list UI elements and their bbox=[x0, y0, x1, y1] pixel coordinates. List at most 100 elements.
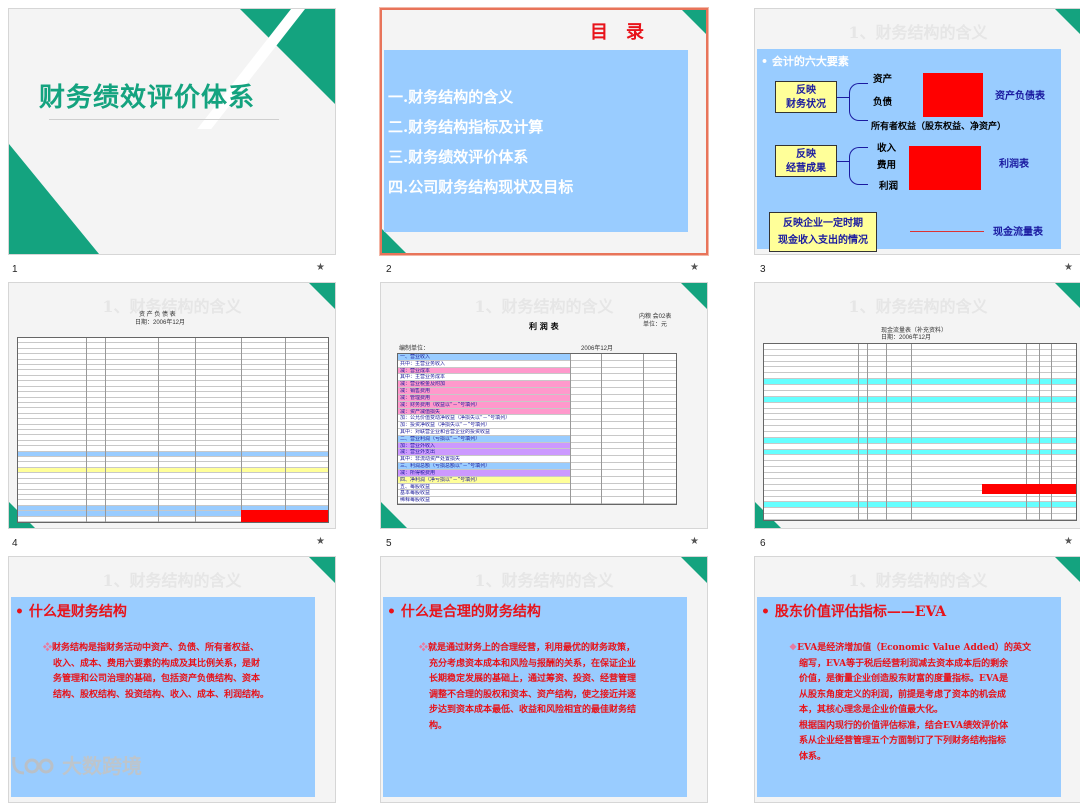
box-line: 反映 bbox=[796, 149, 816, 160]
table-row: 加：投资净收益（净损失以“－”号填列） bbox=[398, 422, 571, 429]
heading-text: 什么是财务结构 bbox=[28, 604, 127, 620]
body-line: 长期稳定发展的基础上，通过筹资、投资、经营管理 bbox=[429, 674, 637, 684]
table-row-values bbox=[570, 436, 676, 443]
table-row-values bbox=[570, 402, 676, 409]
body-line: 缩写，EVA等于税后经营利润减去资本成本后的剩余 bbox=[799, 658, 1009, 669]
cash-flow-table bbox=[763, 343, 1077, 521]
transition-star-icon[interactable]: ★ bbox=[690, 536, 699, 547]
watermark: 大数跨境 bbox=[10, 750, 142, 779]
body-line: 就是通过财务上的合理经营，利用最优的财务政策， bbox=[428, 643, 636, 653]
table-title: 利 润 表 bbox=[529, 321, 559, 331]
table-row-values bbox=[570, 449, 676, 457]
element-label: 负债 bbox=[873, 97, 893, 108]
table-row: 二、营业利润（亏损以“－”号填列） bbox=[398, 435, 571, 443]
income-statement-table: 一、营业收入 共中：主营业务收入 减：营业成本 其中：主营业务成本 减：营业税金及附加减… bbox=[397, 353, 677, 505]
table-column-divider bbox=[885, 344, 887, 520]
green-corner-decoration bbox=[381, 502, 407, 528]
toc-item: 一.财务结构的含义 bbox=[388, 88, 514, 106]
table-column-divider bbox=[284, 338, 286, 522]
bullet-text: 会计的六大要素 bbox=[771, 55, 849, 68]
table-row-values bbox=[570, 470, 676, 477]
green-corner-decoration bbox=[682, 10, 706, 34]
transition-star-icon[interactable]: ★ bbox=[690, 262, 699, 273]
table-row-values bbox=[570, 361, 676, 368]
body-line: 步达到资本成本最低、收益和风险相宜的最佳财务结 bbox=[429, 705, 637, 715]
table-column-divider bbox=[570, 354, 572, 504]
table-org: 编制单位： bbox=[399, 346, 430, 352]
table-row: 共中：主营业务收入 bbox=[398, 361, 571, 368]
balance-sheet-table bbox=[17, 337, 329, 523]
table-column-divider bbox=[857, 344, 859, 520]
table-row: 一、营业收入 bbox=[398, 354, 571, 361]
body-line: 体系。 bbox=[799, 751, 827, 762]
table-row-values bbox=[570, 354, 676, 361]
slide-thumbnail-8[interactable]: 1、财务结构的含义 • 什么是合理的财务结构 ❖就是通过财务上的合理经营，利用最… bbox=[380, 556, 708, 803]
table-row: 加：营业外收入 bbox=[398, 442, 571, 450]
bullet-heading: • 会计的六大要素 bbox=[761, 55, 849, 68]
toc-item: 二.财务结构指标及计算 bbox=[388, 118, 544, 136]
slide-ghost-title: 1、财务结构的含义 bbox=[102, 571, 242, 590]
box-line: 反映企业一定时期 bbox=[783, 218, 863, 229]
slide-thumbnail-6[interactable]: 1、财务结构的含义 现金流量表（补充资料） 日期：2006年12月 bbox=[754, 282, 1080, 529]
table-date: 2006年12月 bbox=[581, 346, 614, 352]
table-subtitle: 日期：2006年12月 bbox=[135, 320, 186, 326]
financial-position-box: 反映 财务状况 bbox=[775, 81, 837, 113]
connector-line bbox=[837, 97, 849, 98]
body-line: 价值，是衡量企业创造股东财富的度量指标。EVA是 bbox=[799, 674, 1009, 684]
connector-line bbox=[837, 161, 849, 162]
transition-star-icon[interactable]: ★ bbox=[1064, 262, 1073, 273]
slide-number: 2 bbox=[386, 264, 392, 275]
body-text: ❖EVA是经济增加值（Economic Value Added）的英文 缩写，E… bbox=[789, 641, 1080, 765]
body-text: ❖财务结构是指财务活动中资产、负债、所有者权益、 收入、成本、费用六要素的构成及… bbox=[43, 641, 335, 703]
slide-thumbnail-2[interactable]: 目 录 一.财务结构的含义 二.财务结构指标及计算 三.财务绩效评价体系 四.公… bbox=[380, 8, 708, 255]
slide-thumbnail-4[interactable]: 1、财务结构的含义 资 产 负 债 表 日期：2006年12月 bbox=[8, 282, 336, 529]
slide-thumbnail-9[interactable]: 1、财务结构的含义 • 股东价值评估指标——EVA ❖EVA是经济增加值（Eco… bbox=[754, 556, 1080, 803]
toc-item: 三.财务绩效评价体系 bbox=[388, 148, 529, 166]
table-row-values bbox=[570, 368, 676, 375]
transition-star-icon[interactable]: ★ bbox=[1064, 536, 1073, 547]
transition-star-icon[interactable]: ★ bbox=[316, 536, 325, 547]
box-line: 现金收入支出的情况 bbox=[778, 235, 868, 246]
table-column-divider bbox=[642, 354, 644, 504]
slide-number: 3 bbox=[760, 264, 766, 275]
table-row-values bbox=[570, 381, 676, 389]
table-row: 减：资产减值损失 bbox=[398, 408, 571, 416]
toc-item: 四.公司财务结构现状及目标 bbox=[388, 178, 574, 196]
table-row: 其中：非流动资产处置损失 bbox=[398, 456, 571, 464]
table-row: 减：营业外支出 bbox=[398, 449, 571, 457]
table-row-values bbox=[570, 422, 676, 429]
table-row-values bbox=[570, 374, 676, 382]
table-column-divider bbox=[600, 354, 602, 504]
body-line: 调整不合理的股权和资本、资产结构，使之接近并逐 bbox=[429, 689, 637, 700]
table-column-divider bbox=[86, 338, 88, 522]
table-row: 三、利润总额（亏损总额以“－”号填列） bbox=[398, 463, 571, 470]
slide-ghost-title: 1、财务结构的含义 bbox=[848, 571, 988, 590]
statement-label: 现金流量表 bbox=[993, 227, 1043, 238]
table-row-values bbox=[570, 497, 676, 504]
table-row: 减：营业税金及附加 bbox=[398, 381, 571, 389]
table-row: 稀释每股收益 bbox=[398, 497, 571, 504]
table-row-values bbox=[570, 463, 676, 470]
table-row-values bbox=[570, 388, 676, 395]
table-row-values bbox=[570, 484, 676, 491]
body-line: 系从企业经营管理五个方面制订了下列财务结构指标 bbox=[799, 736, 1007, 746]
body-line: 根据国内现行的价值评估标准，结合EVA绩效评价体 bbox=[799, 720, 1009, 731]
table-row: 减：所得税费用 bbox=[398, 469, 571, 477]
element-label: 费用 bbox=[877, 160, 897, 171]
table-row-values bbox=[570, 456, 676, 464]
table-row: 其中：主营业务成本 bbox=[398, 374, 571, 382]
element-label: 收入 bbox=[877, 143, 897, 154]
slide-heading: • 什么是合理的财务结构 bbox=[387, 604, 541, 620]
slide-thumbnail-1[interactable]: 财务绩效评价体系 bbox=[8, 8, 336, 255]
body-text: ❖就是通过财务上的合理经营，利用最优的财务政策， 充分考虑资本成本和风险与报酬的… bbox=[419, 641, 707, 734]
toc-heading: 目 录 bbox=[590, 22, 644, 43]
table-row-values bbox=[570, 429, 676, 436]
table-row-values bbox=[570, 415, 676, 423]
body-line: 结构、股权结构、投资结构、收入、成本、利润结构。 bbox=[53, 689, 270, 700]
slide-thumbnail-5[interactable]: 1、财务结构的含义 利 润 表 内粮 会02表 单位：元 编制单位： 2006年… bbox=[380, 282, 708, 529]
slide-thumbnail-3[interactable]: 1、财务结构的含义 • 会计的六大要素 反映 财务状况 资产 负债 所有者权益（… bbox=[754, 8, 1080, 255]
slide-title: 财务绩效评价体系 bbox=[39, 83, 256, 113]
transition-star-icon[interactable]: ★ bbox=[316, 262, 325, 273]
statement-label: 资产负债表 bbox=[995, 91, 1045, 102]
element-label: 资产 bbox=[873, 74, 893, 85]
